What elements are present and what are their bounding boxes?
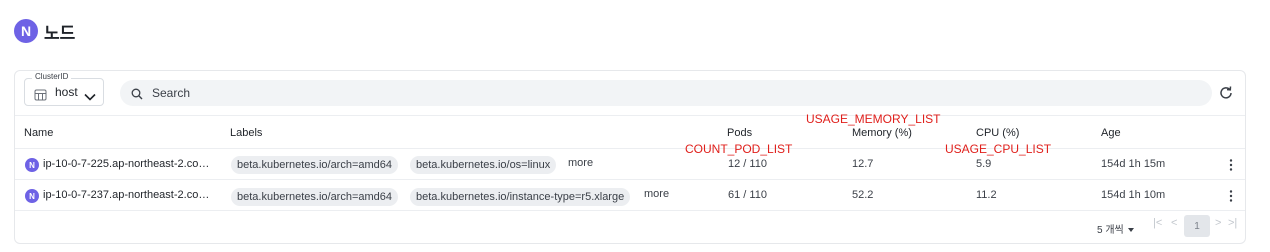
last-page-button[interactable]: >| xyxy=(1228,217,1237,229)
page-size-label: 5 개씩 xyxy=(1097,225,1124,236)
row-actions-button[interactable] xyxy=(1225,188,1237,204)
usage-memory-overlay: USAGE_MEMORY_LIST xyxy=(806,112,941,126)
column-header-age[interactable]: Age xyxy=(1101,127,1121,139)
next-page-button[interactable]: > xyxy=(1215,217,1221,229)
node-name[interactable]: ip-10-0-7-225.ap-northeast-2.compute.int… xyxy=(43,158,215,170)
node-badge: N xyxy=(25,158,39,172)
refresh-icon xyxy=(1220,86,1232,99)
label-chip: beta.kubernetes.io/arch=amd64 xyxy=(231,188,399,206)
more-vertical-icon xyxy=(1229,159,1233,171)
page-header: N 노드 xyxy=(14,19,76,44)
pods-value: 12 / 110 xyxy=(728,158,767,170)
memory-value: 12.7 xyxy=(852,158,874,170)
current-page-button[interactable]: 1 xyxy=(1184,215,1210,237)
search-icon xyxy=(131,87,143,105)
cluster-value: host xyxy=(55,85,78,99)
page-title: 노드 xyxy=(44,23,76,44)
row-actions-button[interactable] xyxy=(1225,157,1237,173)
more-vertical-icon xyxy=(1229,190,1233,202)
column-header-name[interactable]: Name xyxy=(24,127,53,139)
cluster-select[interactable]: ClusterID host xyxy=(24,72,104,106)
column-header-labels[interactable]: Labels xyxy=(230,127,262,139)
column-header-memory[interactable]: Memory (%) xyxy=(852,127,912,139)
row-divider xyxy=(15,179,1245,180)
age-value: 154d 1h 15m xyxy=(1101,158,1166,170)
count-pod-overlay: COUNT_POD_LIST xyxy=(685,142,793,156)
page-size-select[interactable]: 5 개씩 xyxy=(1097,221,1134,236)
age-value: 154d 1h 10m xyxy=(1101,189,1166,201)
cluster-caption: ClusterID xyxy=(32,72,72,82)
cpu-value: 11.2 xyxy=(976,189,997,201)
cluster-icon xyxy=(34,88,47,106)
label-chip: beta.kubernetes.io/os=linux xyxy=(410,156,557,174)
label-chip: beta.kubernetes.io/arch=amd64 xyxy=(231,156,399,174)
cpu-value: 5.9 xyxy=(976,158,992,170)
row-divider xyxy=(15,210,1245,211)
pods-value: 61 / 110 xyxy=(728,189,767,201)
column-header-cpu[interactable]: CPU (%) xyxy=(976,127,1019,139)
chevron-down-icon xyxy=(84,88,96,106)
memory-value: 52.2 xyxy=(852,189,874,201)
node-badge: N xyxy=(25,189,39,203)
toolbar-divider xyxy=(15,115,1245,116)
usage-cpu-overlay: USAGE_CPU_LIST xyxy=(945,142,1052,156)
caret-down-icon xyxy=(1127,228,1134,233)
labels-more-link[interactable]: more xyxy=(644,188,669,200)
search-box xyxy=(120,80,1212,106)
first-page-button[interactable]: |< xyxy=(1153,217,1162,229)
column-header-pods[interactable]: Pods xyxy=(727,127,752,139)
page-icon-badge: N xyxy=(14,19,38,43)
label-chip: beta.kubernetes.io/instance-type=r5.xlar… xyxy=(410,188,631,206)
refresh-button[interactable] xyxy=(1218,85,1234,101)
prev-page-button[interactable]: < xyxy=(1171,217,1177,229)
node-name[interactable]: ip-10-0-7-237.ap-northeast-2.compute.int… xyxy=(43,189,215,201)
search-input[interactable] xyxy=(152,83,1192,103)
nodes-card: ClusterID host Search Name Labels Pods M… xyxy=(14,70,1246,244)
labels-more-link[interactable]: more xyxy=(568,157,593,169)
header-divider xyxy=(15,148,1245,149)
